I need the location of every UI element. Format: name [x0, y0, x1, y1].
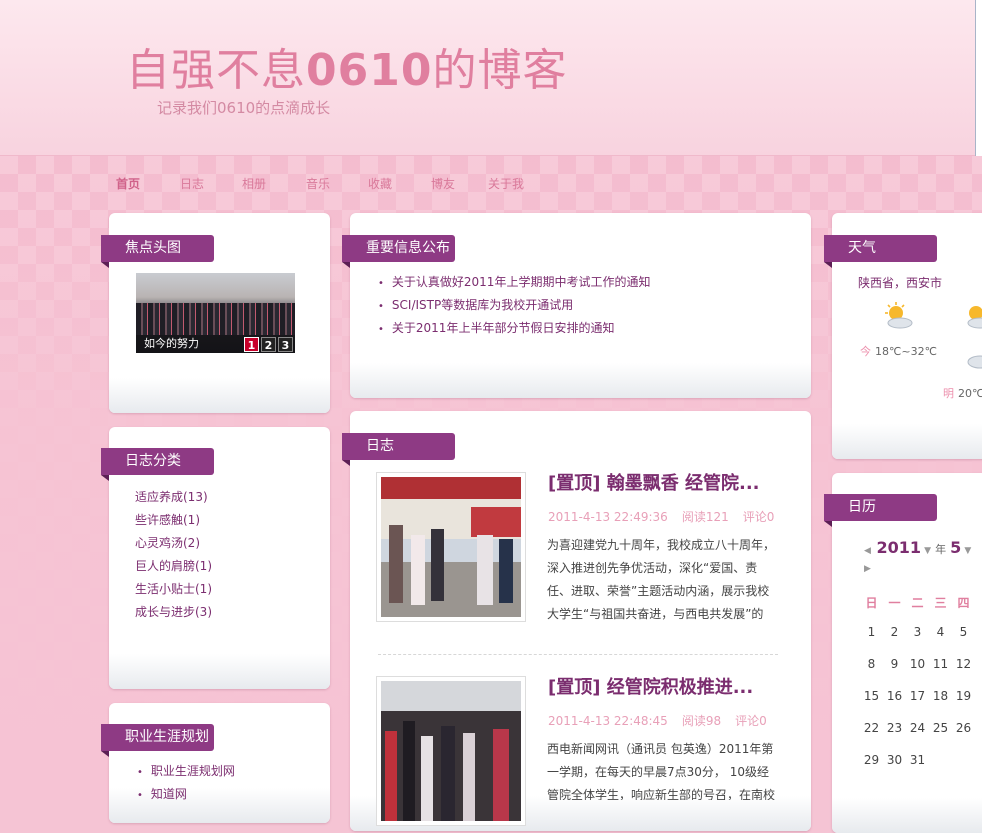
calendar-day[interactable]: 29 [860, 753, 883, 767]
calendar-day[interactable]: 4 [929, 625, 952, 639]
career-link-list: 职业生涯规划网 知道网 [137, 760, 235, 806]
nav-item-friends[interactable]: 博友 [431, 175, 455, 192]
calendar-day[interactable]: 8 [860, 657, 883, 671]
chevron-down-icon[interactable]: ▼ [921, 546, 931, 556]
slide-page-2[interactable]: 2 [261, 337, 276, 352]
post-meta: 2011-4-13 22:48:45 阅读98 评论0 [548, 712, 781, 729]
post-meta: 2011-4-13 22:49:36 阅读121 评论0 [548, 508, 788, 525]
post-divider [378, 654, 778, 655]
nav-item-home[interactable]: 首页 [116, 175, 140, 192]
blog-panel-title: 日志 [342, 433, 455, 466]
calendar-day[interactable]: 2 [883, 625, 906, 639]
calendar-year[interactable]: 2011 [877, 538, 922, 557]
post-title[interactable]: [置顶] 翰墨飘香 经管院... [548, 469, 760, 495]
calendar-day[interactable]: 26 [952, 721, 975, 735]
partly-cloudy-icon [885, 302, 913, 329]
weekday-header: 一 [888, 596, 901, 610]
post-date: 2011-4-13 22:49:36 [548, 510, 668, 524]
site-subtitle: 记录我们0610的点滴成长 [157, 99, 331, 117]
category-item[interactable]: 些许感触(1) [135, 509, 212, 532]
calendar-day[interactable]: 10 [906, 657, 929, 671]
category-list: 适应养成(13) 些许感触(1) 心灵鸡汤(2) 巨人的肩膀(1) 生活小贴士(… [135, 486, 212, 624]
calendar-day[interactable]: 23 [883, 721, 906, 735]
weather-tomorrow: 明 20℃ [943, 387, 982, 400]
weekday-header: 三 [934, 596, 947, 610]
nav-item-favorites[interactable]: 收藏 [368, 175, 392, 192]
calendar-panel [832, 473, 982, 833]
post-date: 2011-4-13 22:48:45 [548, 714, 668, 728]
slide-page-3[interactable]: 3 [278, 337, 293, 352]
calendar-day[interactable]: 25 [929, 721, 952, 735]
calendar-day[interactable]: 12 [952, 657, 975, 671]
weekday-header: 四 [957, 596, 970, 610]
nav-item-blog[interactable]: 日志 [180, 175, 204, 192]
calendar-day[interactable]: 24 [906, 721, 929, 735]
slideshow-pager: 1 2 3 [244, 337, 293, 352]
cloud-icon [967, 355, 982, 369]
category-item[interactable]: 生活小贴士(1) [135, 578, 212, 601]
post-comments[interactable]: 评论0 [735, 714, 767, 728]
calendar-day[interactable]: 16 [883, 689, 906, 703]
post-reads[interactable]: 阅读98 [682, 714, 721, 728]
notice-item[interactable]: SCI/ISTP等数据库为我校开通试用 [378, 294, 650, 317]
calendar-day[interactable]: 22 [860, 721, 883, 735]
post-excerpt: 为喜迎建党九十周年，我校成立八十周年，深入推进创先争优活动，深化“爱国、责任、进… [547, 538, 776, 620]
photo-icon [381, 477, 521, 617]
calendar-day[interactable]: 1 [860, 625, 883, 639]
site-title[interactable]: 自强不息0610的博客 [126, 34, 567, 98]
notice-item[interactable]: 关于认真做好2011年上学期期中考试工作的通知 [378, 271, 651, 294]
post-thumbnail[interactable] [376, 676, 526, 826]
calendar-day[interactable]: 11 [929, 657, 952, 671]
weather-panel-title: 天气 [824, 235, 937, 268]
post-excerpt: 西电新闻网讯（通讯员 包英逸）2011年第一学期，在每天的早晨7点30分， 10… [547, 742, 776, 800]
calendar-day[interactable]: 18 [929, 689, 952, 703]
weekday-header: 日 [865, 596, 878, 610]
weather-location[interactable]: 陕西省，西安市 [858, 274, 942, 291]
next-arrow-icon[interactable]: ▶ [864, 564, 871, 574]
nav-item-album[interactable]: 相册 [242, 175, 266, 192]
weekday-header: 二 [911, 596, 924, 610]
category-item[interactable]: 巨人的肩膀(1) [135, 555, 212, 578]
career-link[interactable]: 知道网 [137, 783, 235, 806]
chevron-down-icon[interactable]: ▼ [961, 546, 971, 556]
category-item[interactable]: 适应养成(13) [135, 486, 212, 509]
notice-panel-title: 重要信息公布 [342, 235, 455, 268]
post-thumbnail[interactable] [376, 472, 526, 622]
post-title[interactable]: [置顶] 经管院积极推进... [548, 673, 753, 699]
photo-icon [381, 681, 521, 821]
category-panel-title: 日志分类 [101, 448, 214, 481]
career-link[interactable]: 职业生涯规划网 [137, 760, 235, 783]
slide-page-1[interactable]: 1 [244, 337, 259, 352]
calendar-day[interactable]: 19 [952, 689, 975, 703]
notice-list: 关于认真做好2011年上学期期中考试工作的通知 SCI/ISTP等数据库为我校开… [378, 271, 651, 340]
site-header: 自强不息0610的博客 记录我们0610的点滴成长 [0, 0, 982, 156]
nav-item-music[interactable]: 音乐 [306, 175, 330, 192]
calendar-day[interactable]: 30 [883, 753, 906, 767]
post-reads[interactable]: 阅读121 [682, 510, 729, 524]
calendar-day[interactable]: 15 [860, 689, 883, 703]
calendar-panel-title: 日历 [824, 494, 937, 527]
partly-cloudy-icon [967, 306, 982, 329]
career-panel-title: 职业生涯规划 [101, 724, 214, 757]
calendar-day[interactable]: 17 [906, 689, 929, 703]
calendar-day[interactable]: 5 [952, 625, 975, 639]
calendar-year-month-select[interactable]: ◀ 2011 ▼ 年 5 ▼ [864, 538, 971, 557]
nav-item-about[interactable]: 关于我 [488, 175, 524, 192]
weather-today: 今 18℃~32℃ [860, 345, 937, 358]
notice-item[interactable]: 关于2011年上半年部分节假日安排的通知 [378, 317, 650, 340]
calendar-month[interactable]: 5 [950, 538, 961, 557]
post-comments[interactable]: 评论0 [743, 510, 775, 524]
calendar-day[interactable]: 3 [906, 625, 929, 639]
category-item[interactable]: 成长与进步(3) [135, 601, 212, 624]
focus-slideshow[interactable]: 如今的努力 1 2 3 [136, 273, 295, 353]
focus-panel-title: 焦点头图 [101, 235, 214, 268]
calendar-day[interactable]: 9 [883, 657, 906, 671]
calendar-day[interactable]: 31 [906, 753, 929, 767]
category-item[interactable]: 心灵鸡汤(2) [135, 532, 212, 555]
prev-arrow-icon[interactable]: ◀ [864, 546, 871, 556]
